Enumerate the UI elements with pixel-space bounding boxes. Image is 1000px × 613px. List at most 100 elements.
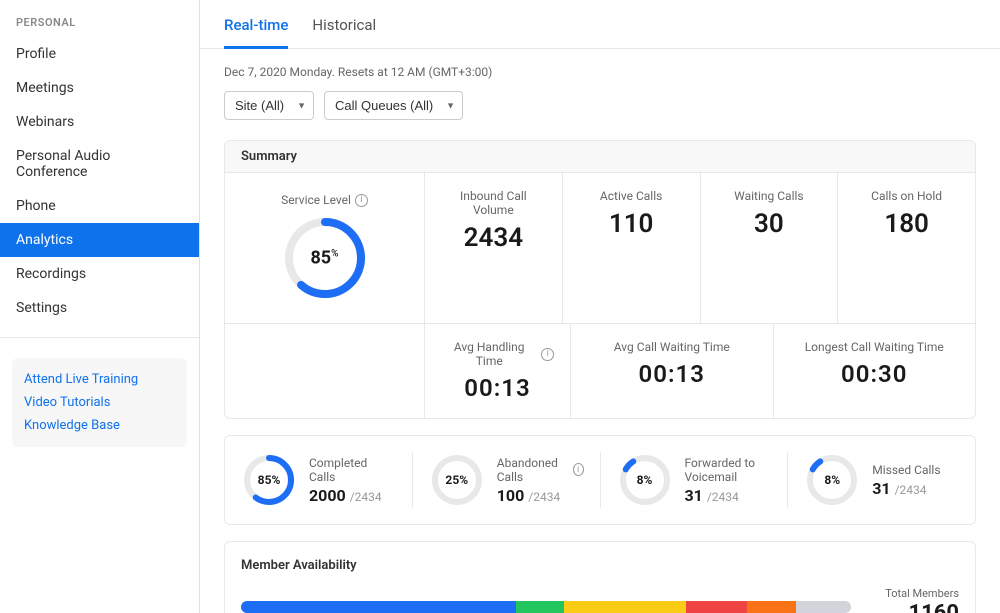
sidebar-section-label: PERSONAL (0, 16, 199, 37)
service-level-value: 85% (310, 248, 338, 269)
service-level-donut: 85% (280, 213, 370, 303)
total-members-block: Total Members 1160 (859, 587, 959, 613)
sidebar-item-webinars[interactable]: Webinars (0, 105, 199, 139)
forwarded-voicemail-item: 8% Forwarded to Voicemail 31 /2434 (601, 452, 789, 508)
completed-calls-donut: 85% (241, 452, 297, 508)
tab-historical[interactable]: Historical (312, 0, 376, 49)
completed-calls-item: 85% Completed Calls 2000 /2434 (241, 452, 413, 508)
longest-call-waiting-time-cell: Longest Call Waiting Time 00:30 (774, 324, 976, 418)
missed-calls-value: 31 /2434 (872, 479, 940, 498)
sidebar-item-meetings[interactable]: Meetings (0, 71, 199, 105)
longest-call-waiting-time-label: Longest Call Waiting Time (790, 340, 960, 354)
bar-others (747, 601, 796, 613)
abandoned-calls-info-icon[interactable]: i (573, 463, 584, 476)
service-level-cell: Service Level i 85% (225, 173, 425, 323)
sidebar-item-label: Analytics (16, 232, 73, 248)
summary-row-1: Service Level i 85% I (225, 173, 975, 324)
attend-live-training-link[interactable]: Attend Live Training (24, 368, 175, 391)
sidebar: PERSONAL Profile Meetings Webinars Perso… (0, 0, 200, 613)
sidebar-item-label: Personal Audio Conference (16, 148, 183, 180)
sidebar-item-label: Phone (16, 198, 56, 214)
sidebar-item-analytics[interactable]: Analytics (0, 223, 199, 257)
call-queues-filter[interactable]: Call Queues (All) Queue 1 Queue 2 (324, 91, 463, 120)
total-members-label: Total Members (859, 587, 959, 601)
date-info: Dec 7, 2020 Monday. Resets at 12 AM (GMT… (224, 65, 976, 79)
service-level-label: Service Level i (281, 193, 368, 207)
abandoned-calls-info: Abandoned Calls i 100 /2434 (497, 456, 584, 505)
call-categories-row: 85% Completed Calls 2000 /2434 (224, 435, 976, 525)
knowledge-base-link[interactable]: Knowledge Base (24, 414, 175, 437)
availability-bar-container: Total Members 1160 (241, 587, 959, 613)
active-calls-label: Active Calls (579, 189, 684, 203)
content-area: Dec 7, 2020 Monday. Resets at 12 AM (GMT… (200, 49, 1000, 613)
avg-handling-time-info-icon[interactable]: i (541, 348, 554, 361)
member-availability-container: Member Availability Total Members 1160 (224, 541, 976, 613)
completed-calls-label: Completed Calls (309, 456, 396, 484)
sidebar-item-label: Webinars (16, 114, 74, 130)
abandoned-calls-donut: 25% (429, 452, 485, 508)
missed-calls-item: 8% Missed Calls 31 /2434 (788, 452, 959, 508)
calls-on-hold-value: 180 (854, 209, 959, 239)
bar-hold-call (516, 601, 565, 613)
waiting-calls-cell: Waiting Calls 30 (701, 173, 839, 323)
sidebar-resources: Attend Live Training Video Tutorials Kno… (12, 358, 187, 447)
video-tutorials-link[interactable]: Video Tutorials (24, 391, 175, 414)
active-calls-value: 110 (579, 209, 684, 239)
inbound-call-volume-label: Inbound Call Volume (441, 189, 546, 217)
inbound-call-volume-cell: Inbound Call Volume 2434 (425, 173, 563, 323)
sidebar-item-phone[interactable]: Phone (0, 189, 199, 223)
forwarded-voicemail-percent: 8% (637, 473, 653, 487)
summary-container: Summary Service Level i 85% (224, 140, 976, 419)
sidebar-item-settings[interactable]: Settings (0, 291, 199, 325)
abandoned-calls-percent: 25% (445, 473, 468, 487)
call-queues-filter-wrapper[interactable]: Call Queues (All) Queue 1 Queue 2 (324, 91, 463, 120)
main-content: Real-time Historical Dec 7, 2020 Monday.… (200, 0, 1000, 613)
waiting-calls-value: 30 (717, 209, 822, 239)
summary-row-2: Avg Handling Time i 00:13 Avg Call Waiti… (225, 324, 975, 418)
availability-bar (241, 601, 851, 613)
waiting-calls-label: Waiting Calls (717, 189, 822, 203)
sidebar-divider (0, 337, 199, 338)
missed-calls-info: Missed Calls 31 /2434 (872, 463, 940, 498)
forwarded-voicemail-label: Forwarded to Voicemail (685, 456, 772, 484)
sidebar-item-label: Profile (16, 46, 56, 62)
abandoned-calls-value: 100 /2434 (497, 486, 584, 505)
missed-calls-label: Missed Calls (872, 463, 940, 477)
sidebar-item-label: Settings (16, 300, 67, 316)
site-filter[interactable]: Site (All) Site A Site B (224, 91, 314, 120)
site-filter-wrapper[interactable]: Site (All) Site A Site B (224, 91, 314, 120)
total-members-value: 1160 (859, 601, 959, 613)
sidebar-item-label: Meetings (16, 80, 74, 96)
bar-wrap-up (564, 601, 686, 613)
service-level-info-icon[interactable]: i (355, 194, 368, 207)
inbound-call-volume-value: 2434 (441, 223, 546, 253)
avg-handling-time-cell: Avg Handling Time i 00:13 (425, 324, 571, 418)
time-stat-placeholder (225, 324, 425, 418)
summary-header: Summary (225, 141, 975, 173)
avg-handling-time-label: Avg Handling Time i (441, 340, 554, 368)
missed-calls-donut: 8% (804, 452, 860, 508)
tab-bar: Real-time Historical (200, 0, 1000, 49)
sidebar-item-profile[interactable]: Profile (0, 37, 199, 71)
forwarded-voicemail-value: 31 /2434 (685, 486, 772, 505)
avg-call-waiting-time-value: 00:13 (587, 360, 757, 388)
forwarded-voicemail-donut: 8% (617, 452, 673, 508)
abandoned-calls-item: 25% Abandoned Calls i 100 /2434 (413, 452, 601, 508)
tab-real-time[interactable]: Real-time (224, 0, 288, 49)
completed-calls-percent: 85% (258, 473, 281, 487)
bar-active-call (241, 601, 516, 613)
completed-calls-value: 2000 /2434 (309, 486, 396, 505)
completed-calls-info: Completed Calls 2000 /2434 (309, 456, 396, 505)
bar-do-not-disturb (686, 601, 747, 613)
missed-calls-percent: 8% (824, 473, 840, 487)
longest-call-waiting-time-value: 00:30 (790, 360, 960, 388)
sidebar-item-recordings[interactable]: Recordings (0, 257, 199, 291)
avg-call-waiting-time-label: Avg Call Waiting Time (587, 340, 757, 354)
avg-handling-time-value: 00:13 (441, 374, 554, 402)
avg-call-waiting-time-cell: Avg Call Waiting Time 00:13 (571, 324, 774, 418)
sidebar-item-personal-audio[interactable]: Personal Audio Conference (0, 139, 199, 189)
calls-on-hold-cell: Calls on Hold 180 (838, 173, 975, 323)
abandoned-calls-label: Abandoned Calls i (497, 456, 584, 484)
filters: Site (All) Site A Site B Call Queues (Al… (224, 91, 976, 120)
calls-on-hold-label: Calls on Hold (854, 189, 959, 203)
